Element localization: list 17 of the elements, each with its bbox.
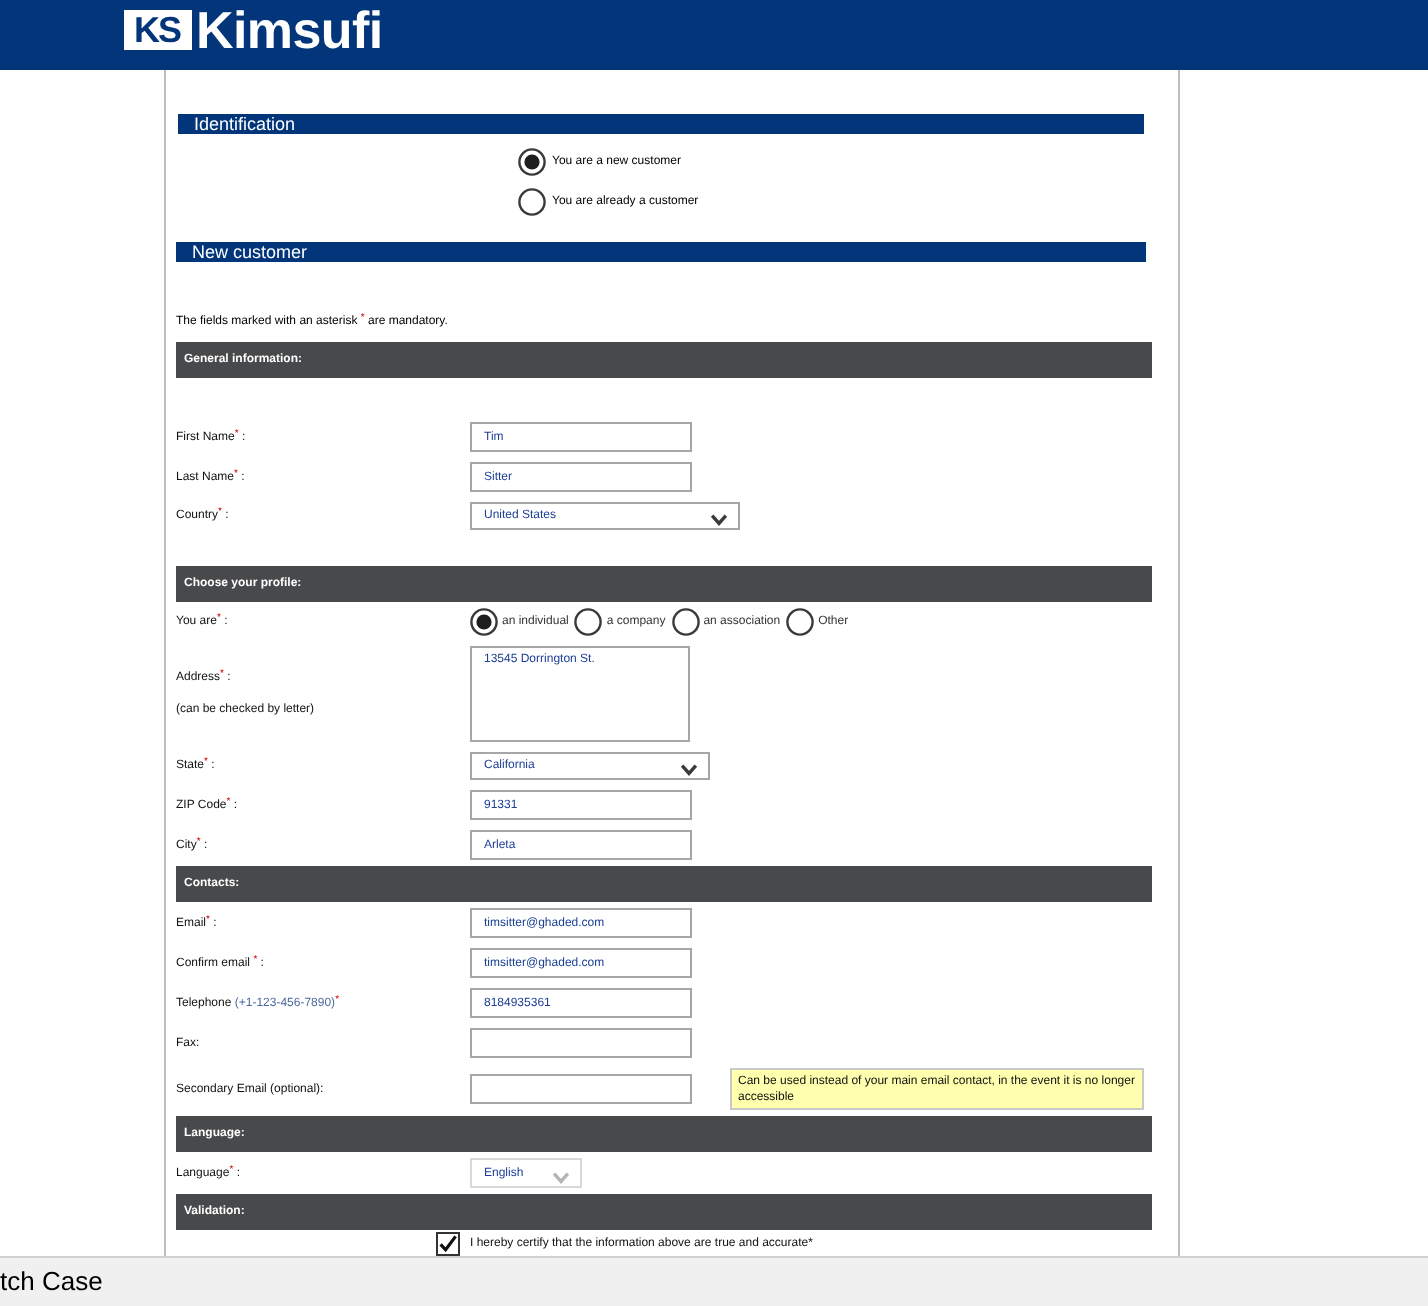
logo-text: Kimsufi (196, 6, 383, 54)
section-heading: Identification (178, 114, 1144, 134)
radio-button[interactable] (786, 608, 815, 636)
radio-button[interactable] (671, 608, 700, 636)
radio-button[interactable] (518, 148, 546, 176)
chevron-down-icon (552, 1172, 570, 1184)
logo-mark: KS (124, 10, 193, 50)
chevron-down-icon (680, 764, 698, 776)
text-field[interactable] (470, 1028, 692, 1058)
chevron-down-icon (710, 514, 728, 526)
checkbox[interactable] (436, 1232, 460, 1256)
text-field[interactable] (470, 1074, 692, 1104)
radio-button[interactable] (518, 188, 546, 216)
section-heading: New customer (176, 242, 1146, 262)
radio-button[interactable] (574, 608, 603, 636)
radio-button[interactable] (470, 608, 498, 636)
match-case-option[interactable]: tch Case (0, 1266, 103, 1298)
